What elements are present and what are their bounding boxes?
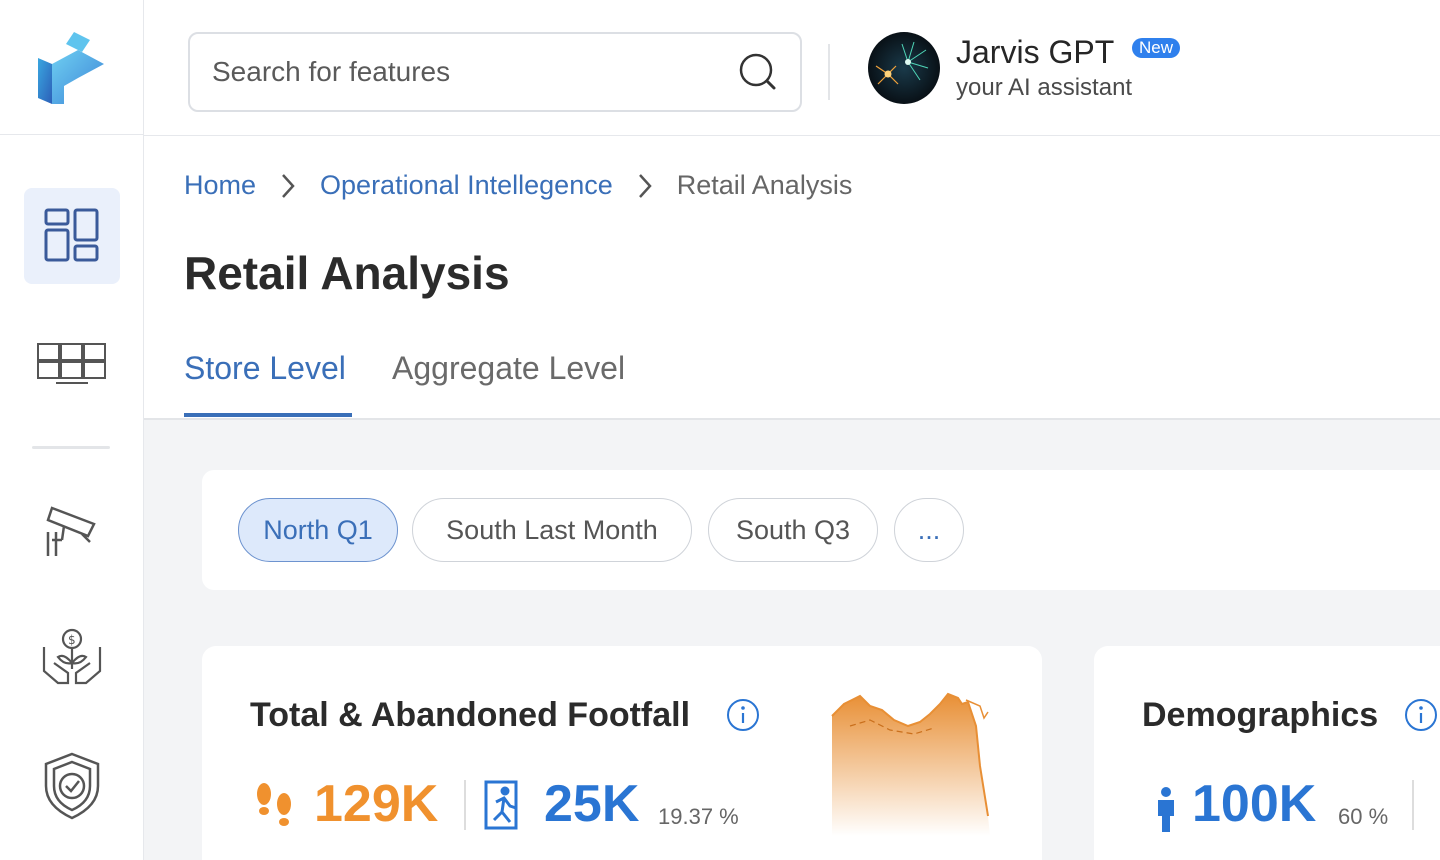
tab-bar: Store Level Aggregate Level bbox=[144, 340, 1440, 420]
nav-investment[interactable]: $ bbox=[24, 608, 120, 704]
search-input[interactable] bbox=[212, 56, 738, 88]
breadcrumb-current: Retail Analysis bbox=[676, 170, 853, 200]
metric-separator bbox=[1412, 780, 1414, 830]
nav-dashboard[interactable] bbox=[24, 188, 120, 284]
top-header: Jarvis GPT New your AI assistant bbox=[144, 0, 1440, 136]
footfall-card-title: Total & Abandoned Footfall bbox=[250, 696, 691, 734]
sidebar: $ bbox=[0, 0, 144, 860]
demographics-card-title: Demographics bbox=[1142, 696, 1379, 734]
dashboard-icon bbox=[44, 208, 99, 262]
svg-text:$: $ bbox=[68, 633, 76, 647]
tab-aggregate-level[interactable]: Aggregate Level bbox=[392, 350, 625, 387]
chevron-right-icon bbox=[625, 171, 665, 201]
page-title: Retail Analysis bbox=[184, 247, 510, 299]
security-shield-icon bbox=[44, 752, 100, 820]
exit-door-icon bbox=[484, 780, 518, 830]
demographics-count: 100K bbox=[1192, 775, 1317, 833]
tab-store-level[interactable]: Store Level bbox=[184, 350, 346, 387]
investment-icon: $ bbox=[42, 628, 102, 685]
filter-chip-north-q1[interactable]: North Q1 bbox=[238, 498, 398, 562]
search-icon[interactable] bbox=[738, 52, 778, 92]
metric-separator bbox=[464, 780, 466, 830]
nav-security[interactable] bbox=[24, 738, 120, 834]
logo-icon bbox=[38, 32, 104, 104]
assistant-name[interactable]: Jarvis GPT bbox=[956, 34, 1114, 71]
sidebar-divider bbox=[32, 446, 110, 449]
new-badge: New bbox=[1132, 38, 1181, 58]
app-logo[interactable] bbox=[0, 0, 144, 135]
cctv-camera-icon bbox=[46, 506, 96, 556]
chevron-right-icon bbox=[268, 171, 308, 201]
assistant-subtitle: your AI assistant bbox=[956, 74, 1133, 101]
info-icon[interactable] bbox=[726, 698, 760, 732]
filter-chip-south-q3[interactable]: South Q3 bbox=[708, 498, 878, 562]
search-box[interactable] bbox=[188, 32, 802, 112]
info-icon[interactable] bbox=[1404, 698, 1438, 732]
person-icon bbox=[1158, 787, 1174, 832]
abandoned-footfall-value: 25K bbox=[544, 775, 640, 833]
filter-bar: North Q1 South Last Month South Q3 ... bbox=[202, 470, 1440, 590]
breadcrumb: Home Operational Intellegence Retail Ana… bbox=[184, 170, 852, 201]
header-separator bbox=[828, 44, 830, 100]
video-wall-icon bbox=[37, 343, 106, 384]
abandoned-footfall-percent: 19.37 % bbox=[658, 804, 739, 829]
main-content: North Q1 South Last Month South Q3 ... T… bbox=[144, 420, 1440, 860]
footsteps-icon bbox=[257, 783, 291, 826]
total-footfall-value: 129K bbox=[314, 775, 439, 833]
assistant-avatar[interactable] bbox=[868, 32, 940, 104]
demographics-percent: 60 % bbox=[1338, 804, 1389, 829]
nav-cameras[interactable] bbox=[24, 482, 120, 578]
demographics-card: Demographics 100K 60 % bbox=[1094, 646, 1440, 860]
breadcrumb-section[interactable]: Operational Intellegence bbox=[320, 170, 613, 201]
nav-video-wall[interactable] bbox=[24, 316, 120, 412]
firework-avatar-icon bbox=[868, 32, 940, 104]
footfall-sparkline bbox=[831, 692, 990, 836]
filter-chip-south-last-month[interactable]: South Last Month bbox=[412, 498, 692, 562]
footfall-card: Total & Abandoned Footfall 129K 25K 19.3 bbox=[202, 646, 1042, 860]
more-filters-button[interactable]: ... bbox=[894, 498, 964, 562]
active-tab-indicator bbox=[184, 413, 352, 417]
breadcrumb-home[interactable]: Home bbox=[184, 170, 256, 201]
